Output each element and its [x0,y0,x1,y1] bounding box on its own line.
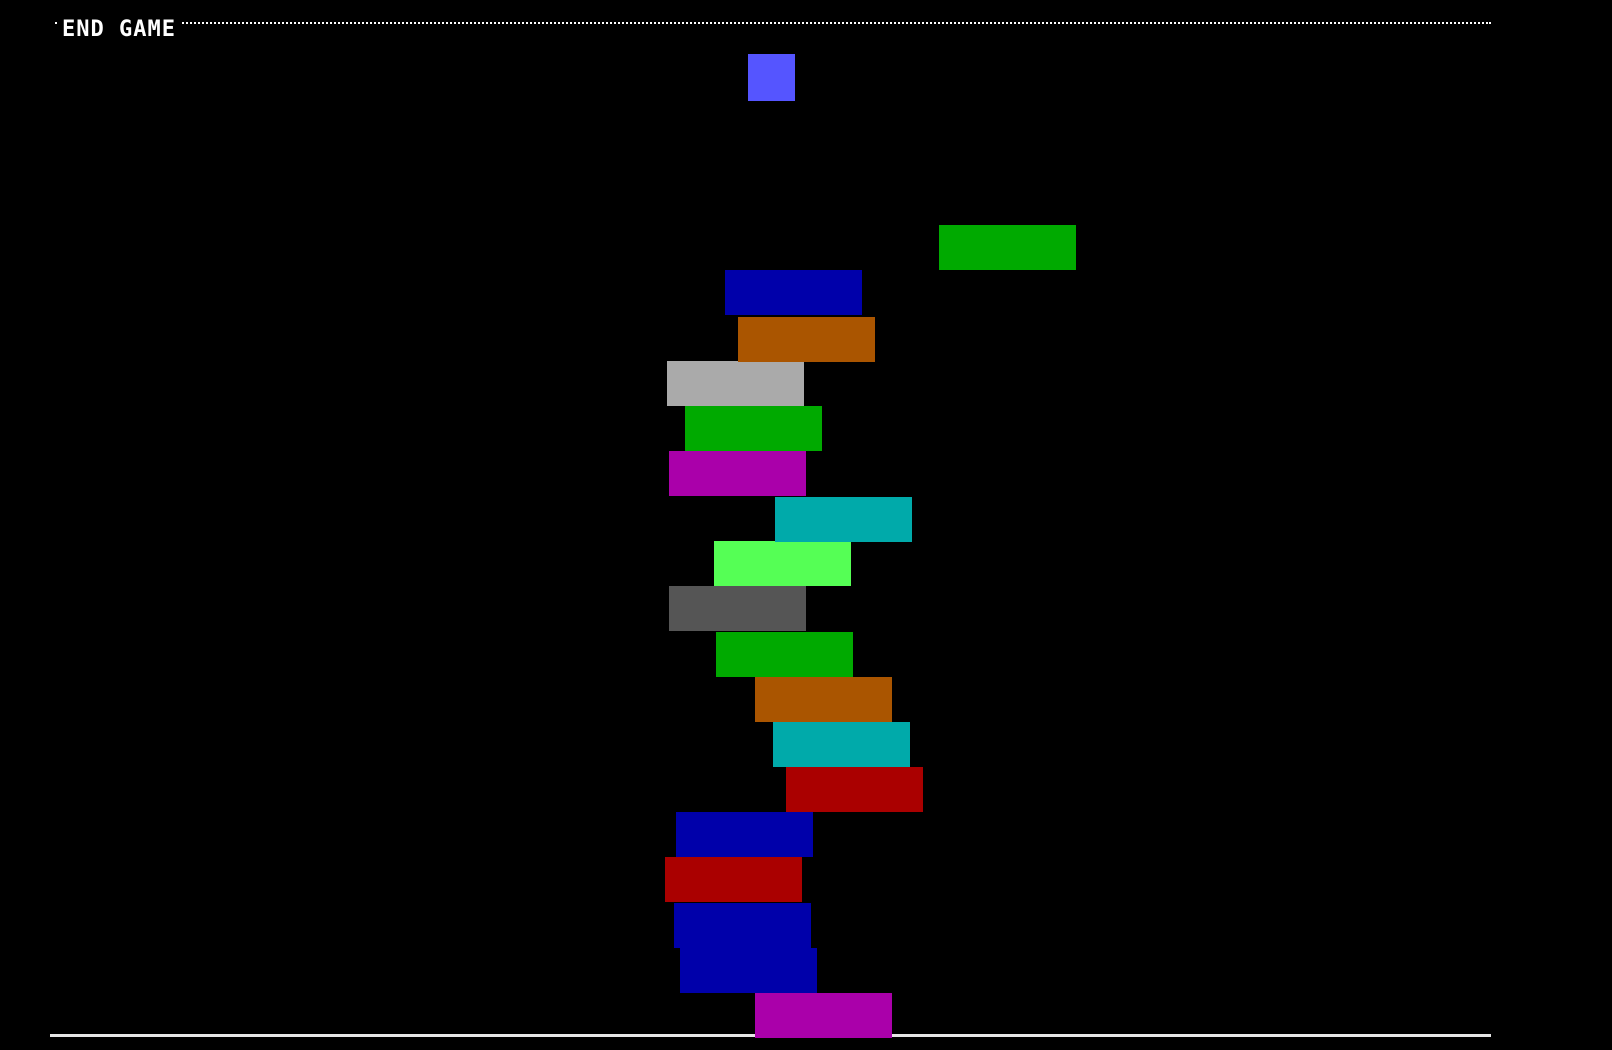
stack-block-13 [669,451,806,496]
stack-block-5 [676,812,813,857]
stack-block-6 [786,767,923,812]
stack-block-8 [755,677,892,722]
swinging-block [939,225,1076,270]
stack-block-1 [755,993,892,1038]
stack-block-14 [685,406,822,451]
stack-block-12 [775,497,912,542]
stack-block-2 [680,948,817,993]
stack-block-17 [725,270,862,315]
game-screen: END GAME [0,0,1612,1050]
stack-block-3 [674,903,811,948]
stack-block-4 [665,857,802,902]
stack-block-11 [714,541,851,586]
stack-block-15 [667,361,804,406]
stack-block-10 [669,586,806,631]
end-game-label: END GAME [58,18,180,42]
active-piece [748,54,795,101]
stack-block-9 [716,632,853,677]
stack-block-16 [738,317,875,362]
top-boundary-line [55,22,1491,24]
stack-block-7 [773,722,910,767]
